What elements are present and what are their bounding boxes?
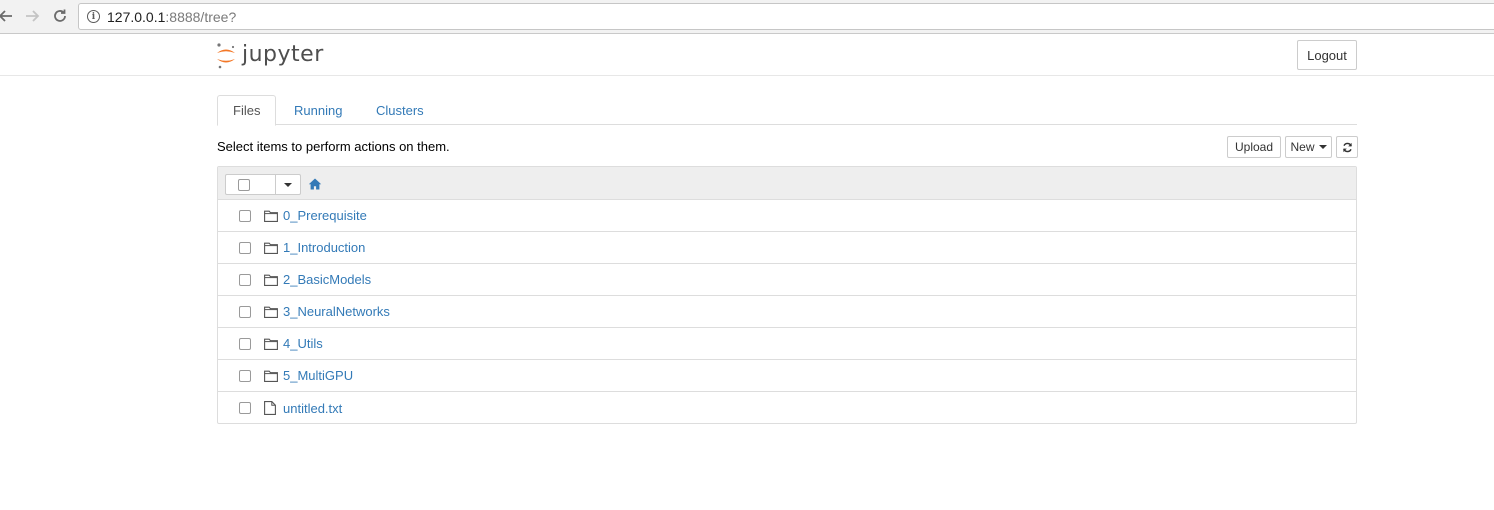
item-checkbox[interactable]	[239, 273, 251, 286]
selection-hint: Select items to perform actions on them.	[217, 139, 450, 154]
refresh-icon	[1342, 142, 1352, 152]
item-checkbox[interactable]	[239, 305, 251, 318]
reload-icon	[54, 9, 66, 22]
jupyter-header: jupyter Logout	[0, 34, 1494, 76]
item-link[interactable]: 5_MultiGPU	[283, 368, 353, 383]
arrow-left-icon	[0, 10, 12, 22]
list-item[interactable]: 4_Utils	[218, 328, 1356, 360]
tab-running[interactable]: Running	[279, 95, 357, 125]
browser-toolbar: i 127.0.0.1:8888/tree?	[0, 0, 1494, 34]
tab-bar: Files Running Clusters	[217, 95, 1357, 126]
file-list: 0_Prerequisite 1_Introduction 2_BasicModel…	[217, 166, 1357, 424]
reload-button[interactable]	[50, 6, 70, 26]
logout-button[interactable]: Logout	[1297, 40, 1357, 70]
new-label: New	[1290, 140, 1315, 154]
folder-icon	[264, 369, 278, 383]
folder-icon	[264, 273, 278, 287]
tab-files[interactable]: Files	[217, 95, 277, 126]
url-path: :8888/tree?	[165, 8, 237, 25]
file-icon	[264, 401, 278, 415]
upload-button[interactable]: Upload	[1227, 136, 1281, 158]
back-button[interactable]	[0, 6, 16, 26]
caret-down-icon	[1318, 145, 1327, 149]
list-item[interactable]: 2_BasicModels	[218, 264, 1356, 296]
url-host: 127.0.0.1	[107, 8, 166, 25]
address-bar[interactable]: i 127.0.0.1:8888/tree?	[78, 3, 1494, 30]
folder-icon	[264, 305, 278, 319]
jupyter-logo-icon	[217, 43, 235, 69]
list-item[interactable]: 1_Introduction	[218, 232, 1356, 264]
item-link[interactable]: 0_Prerequisite	[283, 208, 367, 223]
item-link[interactable]: untitled.txt	[283, 401, 342, 416]
select-menu-button[interactable]	[276, 175, 300, 194]
file-list-header	[218, 167, 1356, 200]
list-item[interactable]: 3_NeuralNetworks	[218, 296, 1356, 328]
item-checkbox[interactable]	[239, 369, 251, 382]
info-icon[interactable]: i	[87, 10, 100, 23]
folder-icon	[264, 241, 278, 255]
list-item[interactable]: 5_MultiGPU	[218, 360, 1356, 392]
item-checkbox[interactable]	[239, 337, 251, 350]
tab-clusters[interactable]: Clusters	[361, 95, 439, 125]
item-checkbox[interactable]	[239, 402, 251, 414]
item-link[interactable]: 1_Introduction	[283, 240, 365, 255]
item-link[interactable]: 2_BasicModels	[283, 272, 371, 287]
logo-text: jupyter	[242, 41, 324, 67]
item-link[interactable]: 4_Utils	[283, 336, 323, 351]
refresh-button[interactable]	[1336, 136, 1358, 158]
list-item[interactable]: 0_Prerequisite	[218, 200, 1356, 232]
folder-icon	[264, 337, 278, 351]
select-all-control[interactable]	[225, 174, 301, 195]
item-checkbox[interactable]	[239, 209, 251, 222]
folder-icon	[264, 209, 278, 223]
jupyter-logo[interactable]: jupyter	[215, 41, 324, 71]
item-link[interactable]: 3_NeuralNetworks	[283, 304, 390, 319]
item-checkbox[interactable]	[239, 241, 251, 254]
new-dropdown-button[interactable]: New	[1285, 136, 1332, 158]
caret-down-icon	[284, 182, 292, 187]
arrow-right-icon	[26, 10, 40, 22]
forward-button[interactable]	[22, 6, 42, 26]
list-item[interactable]: untitled.txt	[218, 392, 1356, 424]
select-all-checkbox-wrap[interactable]	[226, 175, 276, 194]
home-icon[interactable]	[308, 177, 322, 191]
select-all-checkbox[interactable]	[238, 178, 250, 191]
